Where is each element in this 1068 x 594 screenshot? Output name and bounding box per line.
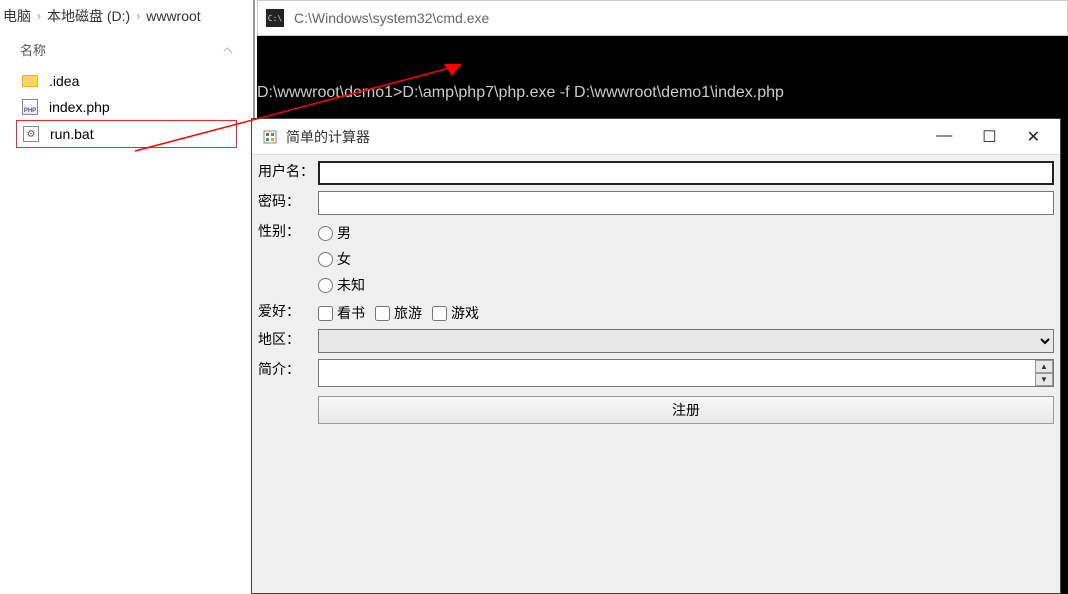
bat-file-icon: ⚙ — [22, 125, 40, 143]
gender-radio-male[interactable]: 男 — [318, 223, 1054, 243]
spinner-up-icon[interactable]: ▲ — [1035, 360, 1053, 373]
username-input[interactable] — [318, 161, 1054, 185]
password-label: 密码： — [258, 191, 318, 211]
gender-radio-female[interactable]: 女 — [318, 249, 1054, 269]
maximize-button[interactable]: ☐ — [982, 127, 996, 147]
sort-caret-icon: ヘ — [223, 42, 233, 57]
hobby-checkbox-reading[interactable]: 看书 — [318, 303, 365, 323]
breadcrumb-item[interactable]: 电脑 — [3, 6, 31, 26]
close-button[interactable]: ✕ — [1027, 127, 1040, 147]
gender-radio-unknown[interactable]: 未知 — [318, 275, 1054, 295]
password-input[interactable] — [318, 191, 1054, 215]
file-item-folder[interactable]: .idea — [16, 68, 237, 94]
app-body: 用户名： 密码： 性别： 男 女 未知 爱好： 看书 旅游 游戏 地区： — [252, 155, 1060, 593]
gender-label: 性别： — [258, 221, 318, 241]
spinner-down-icon[interactable]: ▼ — [1035, 373, 1053, 386]
window-controls: — ☐ ✕ — [936, 127, 1050, 147]
hobby-label: 爱好： — [258, 301, 318, 321]
spinner-buttons: ▲ ▼ — [1035, 360, 1053, 386]
chevron-right-icon: › — [136, 9, 140, 23]
cmd-titlebar[interactable]: C:\ C:\Windows\system32\cmd.exe — [257, 0, 1068, 36]
intro-textarea[interactable] — [318, 359, 1054, 387]
app-window: 简单的计算器 — ☐ ✕ 用户名： 密码： 性别： 男 女 未知 爱好： 看书 — [251, 118, 1061, 594]
app-titlebar[interactable]: 简单的计算器 — ☐ ✕ — [252, 119, 1060, 155]
column-name-label: 名称 — [20, 40, 46, 59]
cmd-icon: C:\ — [266, 9, 284, 27]
username-label: 用户名： — [258, 161, 318, 181]
file-item-php[interactable]: PHP index.php — [16, 94, 237, 120]
checkbox-input[interactable] — [375, 306, 390, 321]
php-file-icon: PHP — [21, 98, 39, 116]
column-header[interactable]: 名称 ヘ — [0, 32, 253, 64]
folder-icon — [21, 72, 39, 90]
file-explorer: 电脑 › 本地磁盘 (D:) › wwwroot 名称 ヘ .idea PHP … — [0, 0, 255, 594]
hobby-checkbox-games[interactable]: 游戏 — [432, 303, 479, 323]
hobby-checkbox-travel[interactable]: 旅游 — [375, 303, 422, 323]
app-icon — [262, 129, 278, 145]
file-name: .idea — [49, 73, 79, 89]
app-title: 简单的计算器 — [286, 127, 370, 147]
checkbox-input[interactable] — [318, 306, 333, 321]
file-name: index.php — [49, 99, 110, 115]
radio-input[interactable] — [318, 278, 333, 293]
file-list: .idea PHP index.php ⚙ run.bat — [0, 64, 253, 152]
file-name: run.bat — [50, 126, 94, 142]
breadcrumb[interactable]: 电脑 › 本地磁盘 (D:) › wwwroot — [0, 0, 253, 32]
breadcrumb-item[interactable]: 本地磁盘 (D:) — [47, 6, 130, 26]
cmd-line: D:\wwwroot\demo1>D:\amp\php7\php.exe -f … — [257, 78, 1068, 102]
radio-input[interactable] — [318, 226, 333, 241]
submit-button[interactable]: 注册 — [318, 396, 1054, 424]
cmd-title: C:\Windows\system32\cmd.exe — [294, 10, 489, 26]
breadcrumb-item[interactable]: wwwroot — [146, 8, 200, 24]
region-select[interactable] — [318, 329, 1054, 353]
radio-input[interactable] — [318, 252, 333, 267]
minimize-button[interactable]: — — [936, 127, 952, 147]
chevron-right-icon: › — [37, 9, 41, 23]
intro-label: 简介： — [258, 359, 318, 379]
checkbox-input[interactable] — [432, 306, 447, 321]
file-item-bat[interactable]: ⚙ run.bat — [16, 120, 237, 148]
region-label: 地区： — [258, 329, 318, 349]
